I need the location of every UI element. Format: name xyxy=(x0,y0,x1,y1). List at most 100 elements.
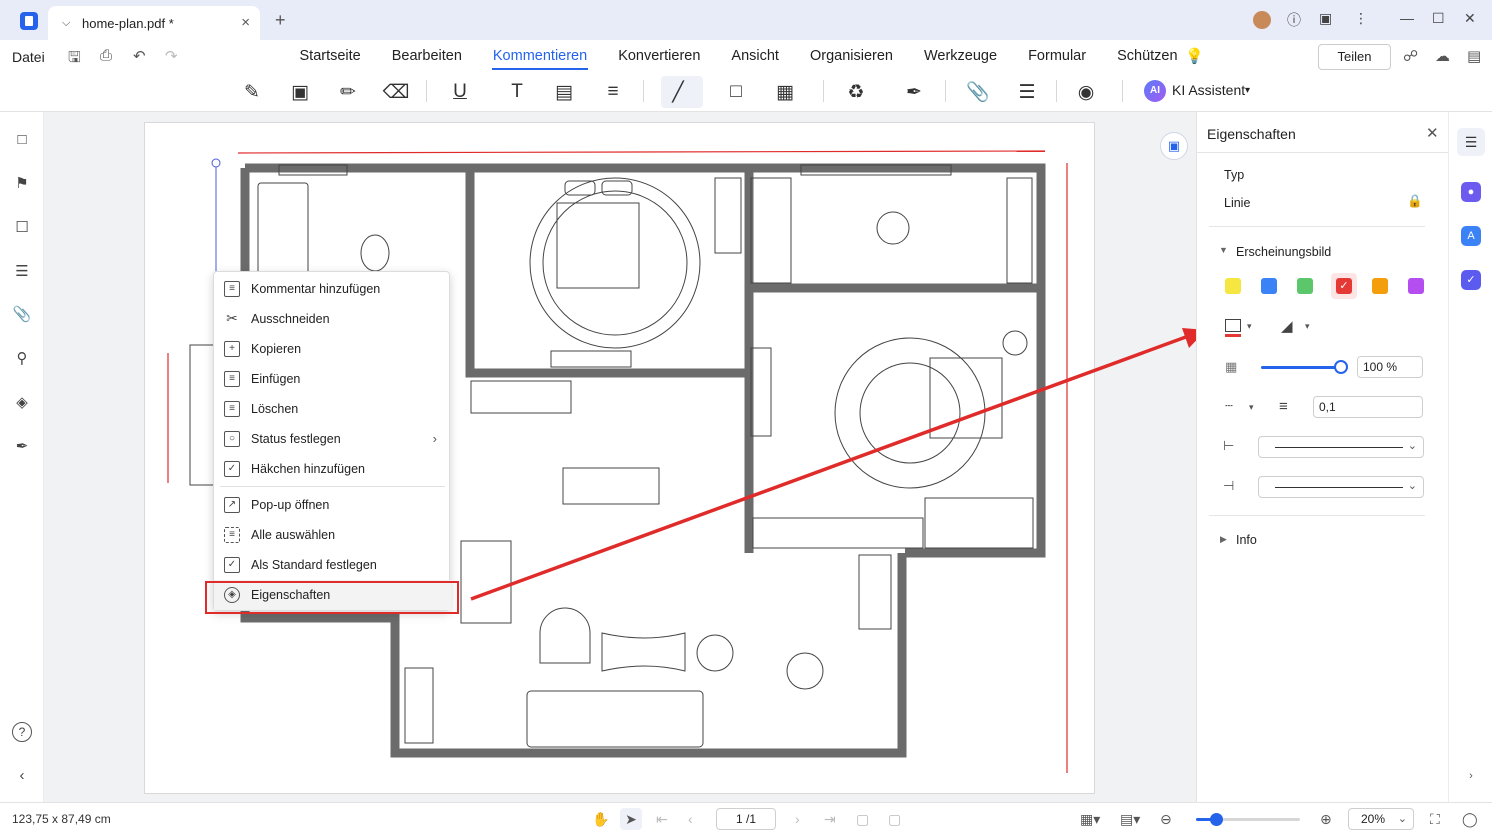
swatch-yellow[interactable] xyxy=(1225,278,1241,294)
ctx-set-status[interactable]: ○ Status festlegen › xyxy=(214,424,451,454)
menu-file[interactable]: Datei xyxy=(12,49,45,65)
page-number-input[interactable]: 1 /1 xyxy=(716,808,776,830)
line-icon[interactable]: ╱ xyxy=(664,78,692,106)
appearance-section[interactable]: Erscheinungsbild xyxy=(1236,245,1331,259)
ctx-delete[interactable]: ≡ Löschen xyxy=(214,394,451,424)
task-check-icon[interactable]: ✓ xyxy=(1461,270,1481,290)
ctx-add-comment[interactable]: ≡ Kommentar hinzufügen xyxy=(214,274,451,304)
help-icon[interactable]: ⓘ xyxy=(1287,10,1301,30)
swatch-orange[interactable] xyxy=(1372,278,1388,294)
chevron-down-icon[interactable]: ▾ xyxy=(1305,321,1310,332)
page-layout-icon[interactable]: ▤▾ xyxy=(1120,811,1140,828)
minimize-icon[interactable]: — xyxy=(1400,10,1414,26)
translate-icon[interactable]: A xyxy=(1461,226,1481,246)
highlighter-icon[interactable]: ✎ xyxy=(238,78,266,106)
select-tool-icon[interactable]: ➤ xyxy=(620,808,642,830)
menu-bearbeiten[interactable]: Bearbeiten xyxy=(376,40,477,72)
maximize-icon[interactable]: ☐ xyxy=(1432,10,1445,27)
menu-ansicht[interactable]: Ansicht xyxy=(716,40,795,72)
signature-pen-icon[interactable]: ✒ xyxy=(900,78,928,106)
menu-startseite[interactable]: Startseite xyxy=(284,40,376,72)
close-window-icon[interactable]: ✕ xyxy=(1464,10,1476,27)
text-callout-icon[interactable]: ≡ xyxy=(599,78,627,106)
layers-list-icon[interactable]: ☰ xyxy=(12,262,32,282)
thickness-input[interactable]: 0,1 xyxy=(1313,396,1423,418)
chevron-down-icon[interactable]: ▾ xyxy=(1245,85,1250,96)
ctx-select-all[interactable]: ≡ Alle auswählen xyxy=(214,520,451,550)
menu-organisieren[interactable]: Organisieren xyxy=(794,40,908,72)
prev-page-icon[interactable]: ‹ xyxy=(688,811,693,827)
document-tab[interactable]: ⌵ home-plan.pdf * × xyxy=(48,6,260,40)
redo-icon[interactable]: ↷ xyxy=(165,47,178,65)
pencil-icon[interactable]: ✏ xyxy=(334,78,362,106)
menu-schuetzen[interactable]: Schützen xyxy=(1102,40,1193,72)
message-icon[interactable]: ▣ xyxy=(1319,10,1332,27)
first-page-icon[interactable]: ⇤ xyxy=(656,811,668,828)
fit-width-icon[interactable]: ▦▾ xyxy=(1080,811,1100,828)
info-section[interactable]: Info xyxy=(1236,533,1257,547)
ctx-open-popup[interactable]: ↗ Pop-up öffnen xyxy=(214,490,451,520)
close-icon[interactable]: ✕ xyxy=(1426,124,1439,142)
measure-icon[interactable]: ▦ xyxy=(771,78,799,106)
layers-icon[interactable]: ◈ xyxy=(12,393,32,413)
avatar[interactable] xyxy=(1253,11,1271,29)
ctx-paste[interactable]: ≡ Einfügen xyxy=(214,364,451,394)
fit-page-icon[interactable]: ▣ xyxy=(1160,132,1188,160)
fullscreen-icon[interactable]: ⛶ xyxy=(1430,811,1440,828)
attachment-panel-icon[interactable]: 📎 xyxy=(12,305,32,325)
network-icon[interactable]: ☍ xyxy=(1403,47,1418,65)
hand-tool-icon[interactable]: ✋ xyxy=(592,811,609,828)
next-page-icon[interactable]: › xyxy=(795,811,800,827)
swatch-green[interactable] xyxy=(1297,278,1313,294)
menu-konvertieren[interactable]: Konvertieren xyxy=(603,40,716,72)
share-button[interactable]: Teilen xyxy=(1318,44,1391,70)
zoom-out-icon[interactable]: ⊖ xyxy=(1160,811,1172,828)
line-end-select[interactable]: ⌄ xyxy=(1258,476,1424,498)
stamp-icon[interactable]: ♻ xyxy=(842,78,870,106)
collapse-right-icon[interactable]: › xyxy=(1461,766,1481,786)
zoom-in-icon[interactable]: ⊕ xyxy=(1320,811,1332,828)
help-icon[interactable]: ? xyxy=(12,722,32,742)
underline-icon[interactable]: U xyxy=(446,78,474,106)
menu-kommentieren[interactable]: Kommentieren xyxy=(477,40,602,72)
stroke-color-icon[interactable] xyxy=(1225,319,1241,332)
bookmark-icon[interactable]: ⚑ xyxy=(12,174,32,194)
fill-bucket-icon[interactable]: ◢ xyxy=(1281,317,1293,335)
textbox-icon[interactable]: ▤ xyxy=(550,78,578,106)
properties-settings-icon[interactable]: ☰ xyxy=(1457,128,1485,156)
ctx-cut[interactable]: ✂ Ausschneiden xyxy=(214,304,451,334)
check-circle-icon[interactable]: ◯ xyxy=(1462,811,1478,828)
swatch-purple[interactable] xyxy=(1408,278,1424,294)
text-icon[interactable]: T xyxy=(503,78,531,106)
attachment-icon[interactable]: 📎 xyxy=(964,78,992,106)
chevron-down-icon[interactable]: ▾ xyxy=(1249,402,1254,413)
more-icon[interactable]: ⋮ xyxy=(1354,10,1368,27)
signature-icon[interactable]: ✒ xyxy=(12,437,32,457)
collapse-arrow-icon[interactable]: ▼ xyxy=(1219,245,1228,255)
ai-assistant-icon[interactable]: AI xyxy=(1144,80,1166,102)
ctx-set-default[interactable]: ✓ Als Standard festlegen xyxy=(214,550,451,580)
menu-formular[interactable]: Formular xyxy=(1013,40,1102,72)
chevron-down-icon[interactable]: ▾ xyxy=(1247,321,1252,332)
last-page-icon[interactable]: ⇥ xyxy=(824,811,836,828)
lock-icon[interactable]: 🔒 xyxy=(1407,194,1423,209)
collapse-left-icon[interactable]: ‹ xyxy=(12,766,32,786)
save-icon[interactable]: 🖫 xyxy=(68,47,81,72)
line-start-select[interactable]: ⌄ xyxy=(1258,436,1424,458)
new-tab-icon[interactable]: + xyxy=(275,10,286,31)
eye-icon[interactable]: ◉ xyxy=(1072,78,1100,106)
opacity-slider-thumb[interactable] xyxy=(1334,360,1348,374)
lightbulb-icon[interactable]: 💡 xyxy=(1185,47,1204,65)
close-tab-icon[interactable]: × xyxy=(241,14,250,31)
rotate-left-icon[interactable]: ▢ xyxy=(856,811,869,828)
cloud-upload-icon[interactable]: ☁ xyxy=(1435,47,1450,65)
rotate-right-icon[interactable]: ▢ xyxy=(888,811,901,828)
opacity-slider[interactable] xyxy=(1261,366,1341,369)
undo-icon[interactable]: ↶ xyxy=(133,47,146,65)
area-highlight-icon[interactable]: ▣ xyxy=(286,78,314,106)
opacity-input[interactable]: 100 % xyxy=(1357,356,1423,378)
ai-assistant-button[interactable]: KI Assistent xyxy=(1172,82,1245,98)
menu-werkzeuge[interactable]: Werkzeuge xyxy=(908,40,1012,72)
print-icon[interactable]: ⎙ xyxy=(100,47,112,64)
search-icon[interactable]: ⚲ xyxy=(12,349,32,369)
